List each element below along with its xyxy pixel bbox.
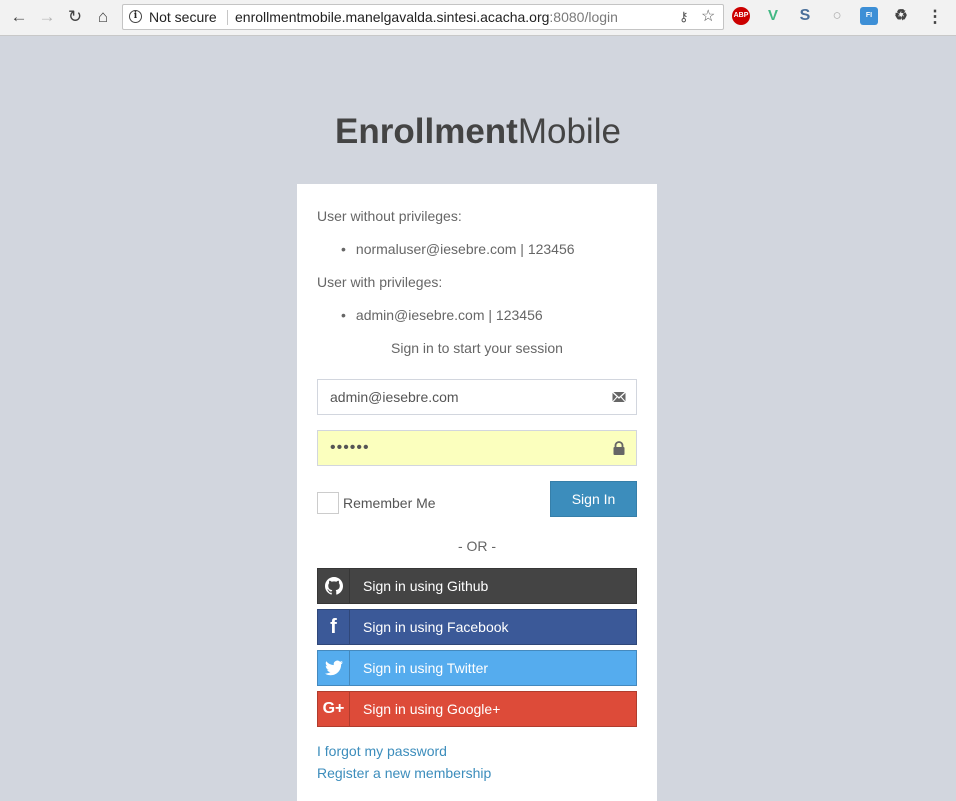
privileges-label: User with privileges: [317,274,443,290]
twitter-signin-label: Sign in using Twitter [363,660,489,676]
home-icon[interactable]: ⌂ [92,6,114,28]
register-link[interactable]: Register a new membership [317,762,637,784]
google-signin-button[interactable]: G+ Sign in using Google+ [317,691,637,727]
app-logo[interactable]: EnrollmentMobile [0,112,956,152]
menu-dots-icon[interactable]: ⋮ [924,6,946,28]
remember-row: Remember Me Sign In [317,481,637,517]
or-divider: - OR - [457,538,497,554]
twitter-signin-button[interactable]: Sign in using Twitter [317,650,637,686]
logo-bold: Enrollment [335,112,518,151]
info-icon[interactable]: i [129,10,142,23]
key-icon[interactable]: ⚷ [679,5,689,29]
privileges-credential: admin@iesebre.com | 123456 [341,305,637,325]
google-signin-label: Sign in using Google+ [363,701,501,717]
remember-checkbox[interactable] [317,492,339,514]
forgot-password-link[interactable]: I forgot my password [317,740,637,762]
vue-extension-icon[interactable]: V [764,7,782,25]
github-signin-button[interactable]: Sign in using Github [317,568,637,604]
envelope-icon [612,391,626,403]
remember-label[interactable]: Remember Me [343,495,436,511]
url-path: :8080/login [549,9,618,25]
fi-extension-icon[interactable]: FI [860,7,878,25]
password-field[interactable] [317,430,637,466]
facebook-signin-button[interactable]: f Sign in using Facebook [317,609,637,645]
s-extension-icon[interactable]: S [796,7,814,25]
no-privileges-credential: normaluser@iesebre.com | 123456 [341,239,637,259]
recycle-extension-icon[interactable]: ♻ [892,7,910,25]
forward-arrow-icon[interactable]: → [36,6,58,28]
password-input[interactable] [318,431,636,465]
login-box-message: Sign in to start your session [391,340,563,356]
facebook-icon: f [318,610,350,644]
logo-light: Mobile [517,112,621,151]
no-privileges-list: normaluser@iesebre.com | 123456 [317,239,637,259]
reload-icon[interactable]: ↻ [64,6,86,28]
bookmark-star-icon[interactable]: ☆ [701,5,715,29]
adblock-extension-icon[interactable]: ABP [732,7,750,25]
github-signin-label: Sign in using Github [363,578,489,594]
url-host: enrollmentmobile.manelgavalda.sintesi.ac… [235,9,550,25]
login-box: User without privileges: normaluser@iese… [297,184,657,801]
browser-toolbar: ← → ↻ ⌂ i Not secure enrollmentmobile.ma… [0,0,956,36]
url-text[interactable]: enrollmentmobile.manelgavalda.sintesi.ac… [235,5,618,29]
address-bar[interactable]: i Not secure enrollmentmobile.manelgaval… [122,4,724,30]
twitter-icon [318,651,350,685]
facebook-signin-label: Sign in using Facebook [363,619,509,635]
email-input[interactable] [318,380,636,414]
google-plus-icon: G+ [318,692,350,726]
back-arrow-icon[interactable]: ← [8,6,30,28]
sign-in-button[interactable]: Sign In [550,481,637,517]
circle-extension-icon[interactable]: ○ [828,7,846,25]
no-privileges-label: User without privileges: [317,208,462,224]
security-label[interactable]: Not secure [149,5,217,29]
auth-links: I forgot my password Register a new memb… [317,740,637,784]
address-separator [227,10,228,25]
email-field[interactable] [317,379,637,415]
github-icon [318,569,350,603]
lock-icon [613,441,625,455]
privileges-list: admin@iesebre.com | 123456 [317,305,637,325]
